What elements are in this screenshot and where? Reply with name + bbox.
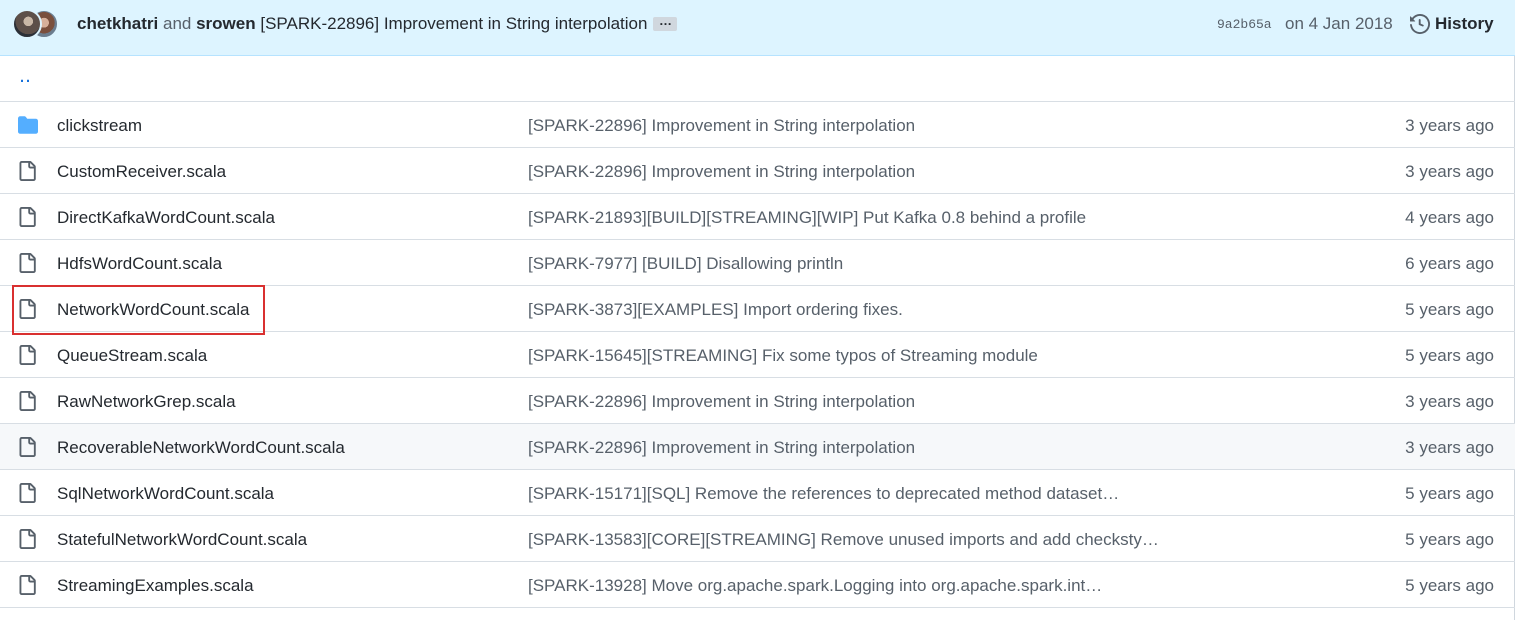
commit-message-link[interactable]: [SPARK-22896] Improvement in String inte… (260, 14, 647, 33)
file-icon (17, 253, 37, 273)
commit-date: on 4 Jan 2018 (1285, 14, 1393, 33)
file-icon (17, 207, 37, 227)
commit-sha-link[interactable]: 9a2b65a (1217, 17, 1272, 32)
file-icon (17, 575, 37, 595)
file-browser: chetkhatri and srowen [SPARK-22896] Impr… (0, 0, 1515, 620)
file-icon (17, 299, 37, 319)
file-commit-age: 5 years ago (1405, 530, 1494, 549)
expand-commit-button[interactable]: … (653, 14, 678, 31)
file-name-link[interactable]: RawNetworkGrep.scala (57, 392, 236, 412)
file-commit-age: 4 years ago (1405, 208, 1494, 227)
file-row[interactable]: DirectKafkaWordCount.scala [SPARK-21893][… (0, 194, 1515, 240)
file-commit-age: 3 years ago (1405, 392, 1494, 411)
file-row[interactable]: HdfsWordCount.scala [SPARK-7977] [BUILD] … (0, 240, 1515, 286)
file-commit-age: 5 years ago (1405, 300, 1494, 319)
file-commit-message-link[interactable]: [SPARK-3873][EXAMPLES] Import ordering f… (528, 300, 903, 320)
file-icon (17, 161, 37, 181)
file-row[interactable]: SqlNetworkWordCount.scala [SPARK-15171][S… (0, 470, 1515, 516)
file-commit-age: 5 years ago (1405, 576, 1494, 595)
file-row[interactable]: RecoverableNetworkWordCount.scala [SPARK-… (0, 424, 1515, 470)
file-commit-message-link[interactable]: [SPARK-15171][SQL] Remove the references… (528, 484, 1119, 504)
file-commit-message-link[interactable]: [SPARK-22896] Improvement in String inte… (528, 438, 915, 458)
file-commit-age: 5 years ago (1405, 484, 1494, 503)
file-icon (17, 529, 37, 549)
history-label: History (1435, 14, 1494, 33)
file-name-link[interactable]: DirectKafkaWordCount.scala (57, 208, 275, 228)
file-icon (17, 391, 37, 411)
file-commit-age: 3 years ago (1405, 162, 1494, 181)
file-commit-message-link[interactable]: [SPARK-22896] Improvement in String inte… (528, 392, 915, 412)
latest-commit-bar: chetkhatri and srowen [SPARK-22896] Impr… (0, 0, 1515, 56)
file-name-link[interactable]: QueueStream.scala (57, 346, 207, 366)
file-row[interactable]: NetworkWordCount.scala [SPARK-3873][EXAMP… (0, 286, 1515, 332)
file-name-link[interactable]: RecoverableNetworkWordCount.scala (57, 438, 345, 458)
file-icon (17, 483, 37, 503)
author-avatars (12, 9, 60, 39)
history-icon (1410, 14, 1430, 34)
avatar[interactable] (12, 9, 42, 39)
file-icon (17, 345, 37, 365)
file-name-link[interactable]: clickstream (57, 116, 142, 136)
author-link[interactable]: srowen (196, 14, 256, 33)
file-name-link[interactable]: SqlNetworkWordCount.scala (57, 484, 274, 504)
file-commit-age: 3 years ago (1405, 438, 1494, 457)
file-commit-message-link[interactable]: [SPARK-22896] Improvement in String inte… (528, 116, 915, 136)
author-joiner: and (162, 14, 192, 33)
folder-icon (17, 115, 38, 135)
file-row[interactable]: QueueStream.scala [SPARK-15645][STREAMING… (0, 332, 1515, 378)
file-name-link[interactable]: StreamingExamples.scala (57, 576, 254, 596)
file-row[interactable]: CustomReceiver.scala [SPARK-22896] Improv… (0, 148, 1515, 194)
file-commit-message-link[interactable]: [SPARK-22896] Improvement in String inte… (528, 162, 915, 182)
file-commit-message-link[interactable]: [SPARK-13583][CORE][STREAMING] Remove un… (528, 530, 1159, 550)
file-row[interactable]: clickstream [SPARK-22896] Improvement in … (0, 102, 1515, 148)
file-icon (17, 437, 37, 457)
file-name-link[interactable]: HdfsWordCount.scala (57, 254, 222, 274)
commit-summary: chetkhatri and srowen [SPARK-22896] Impr… (77, 14, 678, 34)
parent-directory-link[interactable]: ‥ (19, 66, 32, 87)
file-commit-age: 6 years ago (1405, 254, 1494, 273)
file-name-link[interactable]: NetworkWordCount.scala (57, 300, 249, 320)
file-name-link[interactable]: StatefulNetworkWordCount.scala (57, 530, 307, 550)
file-commit-message-link[interactable]: [SPARK-13928] Move org.apache.spark.Logg… (528, 576, 1102, 596)
file-row[interactable]: StatefulNetworkWordCount.scala [SPARK-135… (0, 516, 1515, 562)
file-commit-message-link[interactable]: [SPARK-21893][BUILD][STREAMING][WIP] Put… (528, 208, 1086, 228)
file-commit-message-link[interactable]: [SPARK-7977] [BUILD] Disallowing println (528, 254, 843, 274)
file-commit-age: 3 years ago (1405, 116, 1494, 135)
file-name-link[interactable]: CustomReceiver.scala (57, 162, 226, 182)
author-link[interactable]: chetkhatri (77, 14, 158, 33)
file-row[interactable]: StreamingExamples.scala [SPARK-13928] Mov… (0, 562, 1515, 608)
file-commit-age: 5 years ago (1405, 346, 1494, 365)
history-button[interactable]: History (1410, 12, 1494, 36)
file-commit-message-link[interactable]: [SPARK-15645][STREAMING] Fix some typos … (528, 346, 1038, 366)
file-row[interactable]: RawNetworkGrep.scala [SPARK-22896] Improv… (0, 378, 1515, 424)
parent-directory-row[interactable]: ‥ (0, 56, 1515, 102)
